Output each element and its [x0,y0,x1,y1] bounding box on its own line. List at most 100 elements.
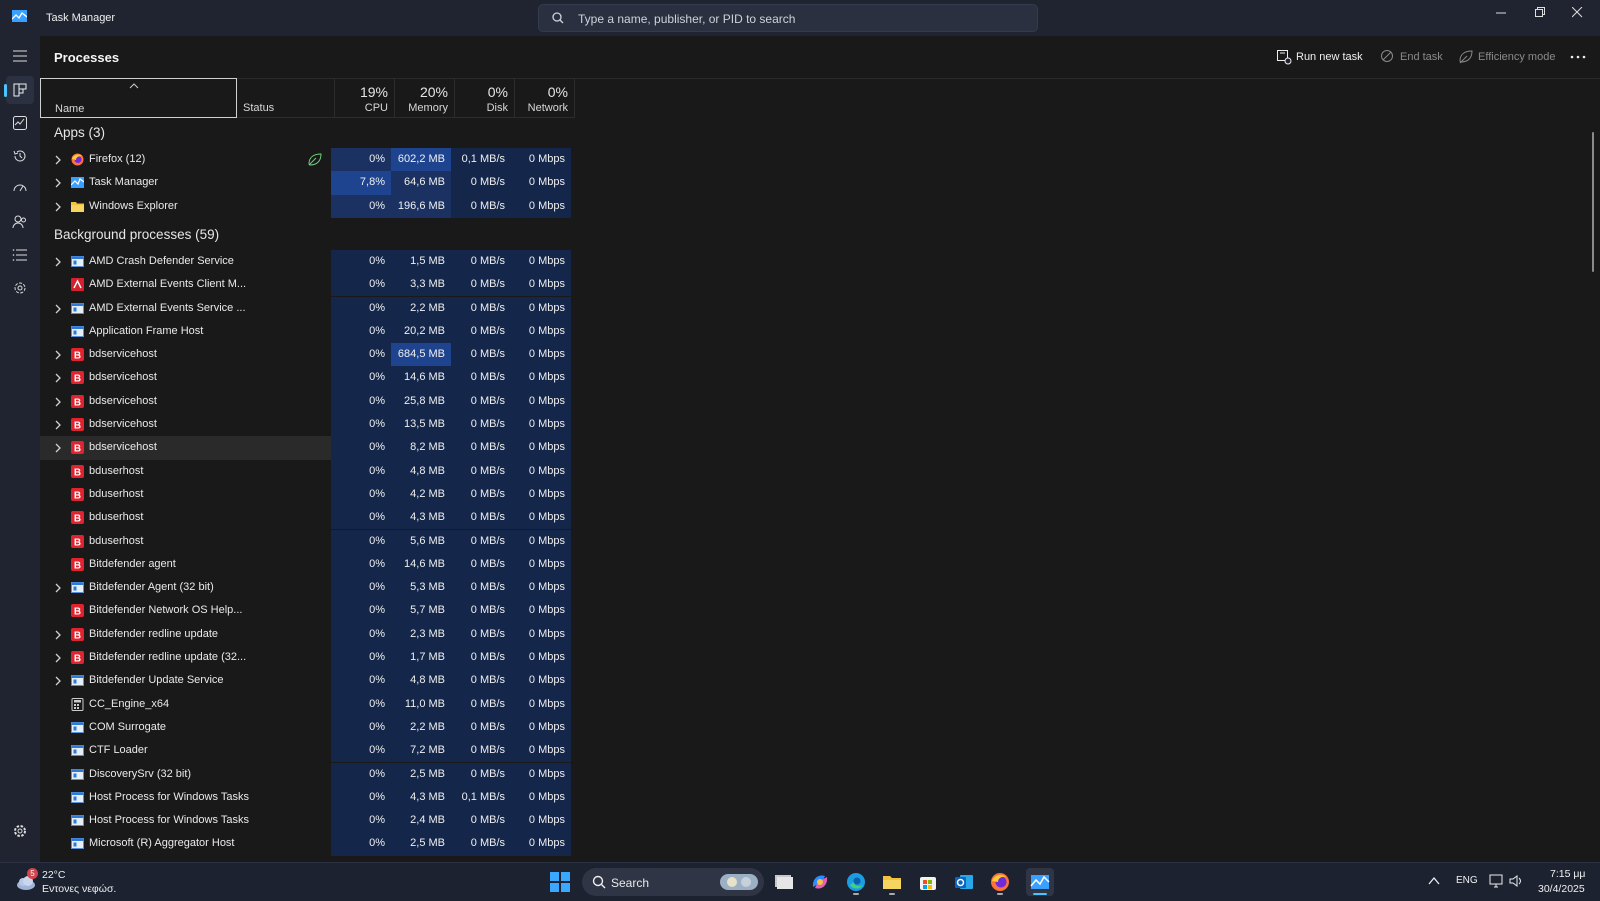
efficiency-mode-button[interactable]: Efficiency mode [1458,48,1568,68]
chevron-right-icon[interactable] [54,373,62,383]
process-row[interactable]: B Bitdefender agent 0% 14,6 MB 0 MB/s 0 Mbps [40,552,571,577]
chevron-right-icon[interactable] [54,653,62,663]
process-row[interactable]: Application Frame Host 0% 20,2 MB 0 MB/s 0 M… [40,319,571,344]
sidebar-item-performance[interactable] [6,109,34,137]
column-memory-label: Memory [408,102,448,114]
network-icon[interactable] [1489,874,1504,888]
process-row[interactable]: AMD Crash Defender Service 0% 1,5 MB 0 MB/s… [40,249,571,274]
process-memory: 11,0 MB [404,697,445,710]
process-row[interactable]: Bitdefender Agent (32 bit) 0% 5,3 MB 0 MB/s… [40,576,571,600]
column-header-status[interactable]: Status [237,78,335,118]
process-row[interactable]: CC_Engine_x64 0% 11,0 MB 0 MB/s 0 Mbps [40,692,571,716]
process-row[interactable]: Bbduserhost 0% 4,3 MB 0 MB/s 0 Mbps [40,506,571,530]
process-row[interactable]: Bbdservicehost 0% 14,6 MB 0 MB/s 0 Mbps [40,366,571,390]
calculator-icon [71,697,84,711]
language-indicator[interactable]: ENG [1456,875,1478,886]
task-view-button[interactable] [770,868,798,896]
process-row[interactable]: Microsoft (R) Aggregator Host 0% 2,5 MB 0 M… [40,832,571,856]
process-disk: 0 MB/s [470,511,505,524]
more-options-button[interactable] [1570,48,1590,68]
chevron-right-icon[interactable] [54,350,62,360]
process-row[interactable]: COM Surrogate 0% 2,2 MB 0 MB/s 0 Mbps [40,715,571,740]
firefox-taskbar-button[interactable] [986,868,1014,896]
minimize-button[interactable] [1482,0,1522,26]
process-cpu: 0% [369,581,385,594]
task-manager-taskbar-button[interactable] [1026,868,1054,896]
copilot-button[interactable] [806,868,834,896]
process-row[interactable]: AMD External Events Service ... 0% 2,2 MB 0… [40,296,571,320]
process-network: 0 Mbps [528,581,565,594]
process-row[interactable]: Host Process for Windows Tasks 0% 2,4 MB 0 … [40,809,571,833]
process-row[interactable]: Bbdservicehost 0% 684,5 MB 0 MB/s 0 Mbps [40,343,571,367]
column-header-disk[interactable]: 0% Disk [455,78,515,118]
end-task-button[interactable]: End task [1380,48,1450,68]
chevron-right-icon[interactable] [54,397,62,407]
chevron-right-icon[interactable] [54,443,62,453]
window-app-icon [71,745,84,757]
chevron-right-icon[interactable] [54,420,62,430]
process-row[interactable]: Bbdservicehost 0% 8,2 MB 0 MB/s 0 Mbps [40,436,571,460]
process-row[interactable]: B Bitdefender redline update 0% 2,3 MB 0 MB/… [40,622,571,646]
process-row[interactable]: Firefox (12) 0% 602,2 MB 0,1 MB/s 0 Mbps [40,148,571,172]
edge-button[interactable] [842,868,870,896]
search-input[interactable] [576,9,1020,29]
outlook-icon [955,875,973,889]
process-row[interactable]: Bbduserhost 0% 4,8 MB 0 MB/s 0 Mbps [40,459,571,483]
chevron-right-icon[interactable] [54,676,62,686]
clock-date[interactable]: 30/4/2025 [1538,883,1585,895]
sidebar-item-processes[interactable] [4,76,34,104]
bitdefender-icon: B [71,511,84,525]
process-row[interactable]: CTF Loader 0% 7,2 MB 0 MB/s 0 Mbps [40,739,571,763]
volume-icon[interactable] [1509,874,1524,888]
sidebar-item-settings[interactable] [6,817,34,845]
chevron-right-icon[interactable] [54,583,62,593]
process-row[interactable]: B Bitdefender Network OS Help... 0% 5,7 MB 0… [40,599,571,623]
process-row[interactable]: Bbdservicehost 0% 25,8 MB 0 MB/s 0 Mbps [40,389,571,413]
close-button[interactable] [1558,0,1598,26]
taskbar-search[interactable]: Search [582,868,764,896]
search-box[interactable] [538,4,1038,32]
active-indicator [4,84,7,97]
sidebar-item-services[interactable] [6,274,34,302]
chevron-right-icon[interactable] [54,155,62,165]
process-row[interactable]: B Bitdefender redline update (32... 0% 1,7 … [40,646,571,670]
chevron-right-icon[interactable] [54,257,62,267]
sidebar-item-users[interactable] [6,208,34,236]
column-header-name[interactable]: Name [40,78,237,118]
process-row[interactable]: Windows Explorer 0% 196,6 MB 0 MB/s 0 Mbps [40,194,571,218]
chevron-right-icon[interactable] [54,304,62,314]
column-header-memory[interactable]: 20% Memory [395,78,455,118]
sidebar-item-app-history[interactable] [6,142,34,170]
process-row[interactable]: Bbdservicehost 0% 13,5 MB 0 MB/s 0 Mbps [40,413,571,437]
hamburger-menu-button[interactable] [6,42,34,70]
column-header-cpu[interactable]: 19% CPU [335,78,395,118]
running-indicator [1033,893,1047,895]
process-row[interactable]: Host Process for Windows Tasks 0% 4,3 MB 0,… [40,785,571,810]
edge-icon [847,873,865,891]
outlook-button[interactable] [950,868,978,896]
process-row[interactable]: Bbduserhost 0% 4,2 MB 0 MB/s 0 Mbps [40,482,571,507]
column-header-network[interactable]: 0% Network [515,78,575,118]
process-row[interactable]: Task Manager 7,8% 64,6 MB 0 MB/s 0 Mbps [40,171,571,195]
start-button[interactable] [546,868,574,896]
vertical-scrollbar[interactable] [1592,132,1594,272]
windows-logo-icon [550,872,570,892]
chevron-right-icon[interactable] [54,202,62,212]
chevron-up-icon[interactable] [1428,876,1440,886]
sidebar-item-startup-apps[interactable] [6,175,34,203]
process-row[interactable]: AMD External Events Client M... 0% 3,3 MB 0… [40,273,571,297]
clock-time[interactable]: 7:15 μμ [1550,868,1585,880]
store-button[interactable] [914,868,942,896]
bitdefender-icon: B [71,348,84,362]
process-name: Bitdefender redline update [89,627,219,640]
process-row[interactable]: DiscoverySrv (32 bit) 0% 2,5 MB 0 MB/s 0 Mbp… [40,762,571,786]
restore-button[interactable] [1521,0,1561,26]
process-memory: 64,6 MB [404,176,445,189]
file-explorer-button[interactable] [878,868,906,896]
process-row[interactable]: Bitdefender Update Service 0% 4,8 MB 0 MB/s… [40,669,571,693]
chevron-right-icon[interactable] [54,630,62,640]
chevron-right-icon[interactable] [54,178,62,188]
process-row[interactable]: Bbduserhost 0% 5,6 MB 0 MB/s 0 Mbps [40,529,571,553]
run-new-task-button[interactable]: Run new task [1276,48,1376,68]
sidebar-item-details[interactable] [6,241,34,269]
